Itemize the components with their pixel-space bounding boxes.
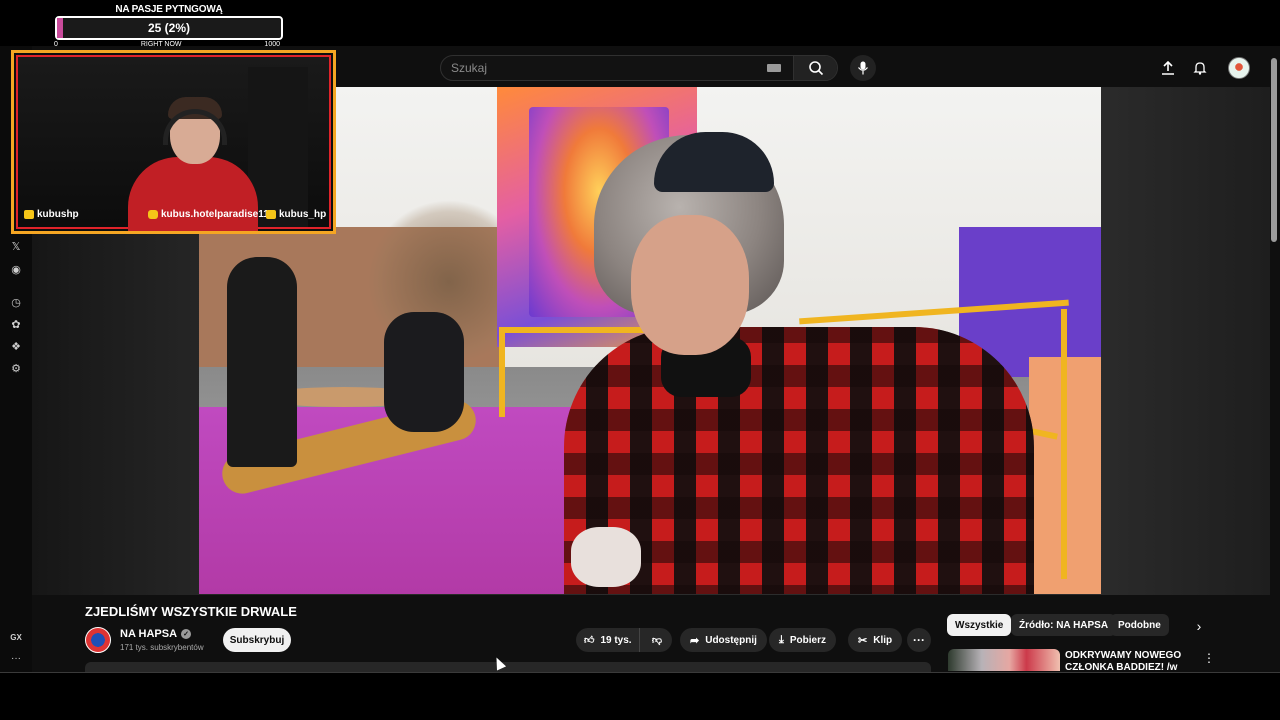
youtube-icon: [266, 210, 276, 219]
dislike-button[interactable]: 👎︎: [642, 628, 672, 652]
description-panel[interactable]: [85, 662, 931, 672]
goal-min: 0: [54, 41, 58, 48]
webcam-overlay: kubushp kubus.hotelparadise11 kubus_hp: [11, 50, 336, 234]
goal-max: 1000: [264, 41, 280, 48]
search-bar: [440, 55, 838, 81]
clip-button[interactable]: ✂ Klip: [848, 628, 903, 652]
history-icon[interactable]: ◷: [8, 294, 24, 310]
recommendation-title[interactable]: ODKRYWAMY NOWEGO CZŁONKA BADDIEZ! /w: [1065, 650, 1185, 672]
extension-icon[interactable]: ✿: [8, 316, 24, 332]
search-button[interactable]: [793, 56, 837, 80]
chip-all[interactable]: Wszystkie: [947, 614, 1012, 636]
social-handles: kubushp kubus.hotelparadise11 kubus_hp: [22, 209, 332, 223]
like-count: 19 tys.: [600, 634, 632, 646]
like-dislike-group: 👍︎ 19 tys. 👎︎: [576, 628, 672, 652]
goal-now-label: RIGHT NOW: [140, 41, 182, 48]
scrollbar-thumb[interactable]: [1271, 58, 1277, 242]
instagram-icon: [148, 210, 158, 219]
download-button[interactable]: ⤓ Pobierz: [769, 628, 836, 652]
chip-source[interactable]: Źródło: NA HAPSA: [1011, 614, 1117, 636]
channel-name[interactable]: NA HAPSA ✓: [120, 628, 192, 640]
search-icon: [808, 61, 823, 76]
upload-icon: [1162, 61, 1174, 75]
more-horizontal-icon: ···: [913, 633, 925, 647]
settings-icon[interactable]: ⚙: [8, 360, 24, 376]
subscriber-count: 171 tys. subskrybentów: [120, 643, 204, 652]
more-icon[interactable]: ···: [8, 650, 24, 666]
channel-avatar[interactable]: [85, 627, 111, 653]
goal-title: NA PASJE PYTNGOWĄ: [115, 4, 223, 15]
share-button[interactable]: ➦ Udostępnij: [680, 628, 767, 652]
social-instagram: kubus.hotelparadise11: [148, 209, 269, 220]
more-actions-button[interactable]: ···: [907, 628, 931, 652]
recommendation-thumbnail[interactable]: [948, 649, 1060, 671]
social-twitter: kubushp: [24, 209, 79, 220]
upload-button[interactable]: [1158, 58, 1178, 78]
goal-progress-bar: 25 (2%): [55, 16, 283, 40]
account-avatar[interactable]: [1228, 57, 1250, 79]
chevron-right-icon[interactable]: ›: [1190, 617, 1208, 635]
thumbs-up-icon: 👍︎: [584, 635, 595, 646]
chip-related[interactable]: Podobne: [1110, 614, 1169, 636]
social-youtube: kubus_hp: [266, 209, 326, 220]
microphone-icon: [858, 61, 868, 75]
subscribe-button[interactable]: Subskrybuj: [223, 628, 291, 652]
download-icon: ⤓: [779, 633, 784, 646]
search-input[interactable]: [441, 56, 767, 80]
share-icon: ➦: [690, 634, 700, 647]
discord-icon[interactable]: ◉: [8, 261, 24, 277]
bell-icon: [1193, 62, 1207, 75]
scrollbar[interactable]: [1270, 50, 1278, 670]
gx-label[interactable]: GX: [8, 629, 24, 645]
thumbs-down-icon: 👎︎: [651, 635, 663, 646]
kebab-menu-icon[interactable]: ⋮: [1202, 650, 1216, 666]
like-button[interactable]: 👍︎ 19 tys.: [576, 628, 640, 652]
scissors-icon: ✂: [858, 634, 868, 647]
twitter-icon: [24, 210, 34, 219]
notifications-button[interactable]: [1190, 58, 1210, 78]
puzzle-icon[interactable]: ❖: [8, 338, 24, 354]
verified-icon: ✓: [181, 629, 192, 639]
x-twitter-icon[interactable]: 𝕏: [8, 238, 24, 254]
voice-search-button[interactable]: [850, 55, 876, 81]
keyboard-icon[interactable]: [767, 64, 781, 72]
screen: 𝕏 ◉ ◷ ✿ ❖ ⚙ GX ··· Szukaj kubushp kubus.…: [0, 0, 1280, 720]
goal-scale: 0 RIGHT NOW 1000: [54, 41, 280, 48]
video-title: ZJEDLIŚMY WSZYSTKIE DRWALE: [85, 604, 297, 619]
goal-value: 25 (2%): [147, 21, 191, 35]
